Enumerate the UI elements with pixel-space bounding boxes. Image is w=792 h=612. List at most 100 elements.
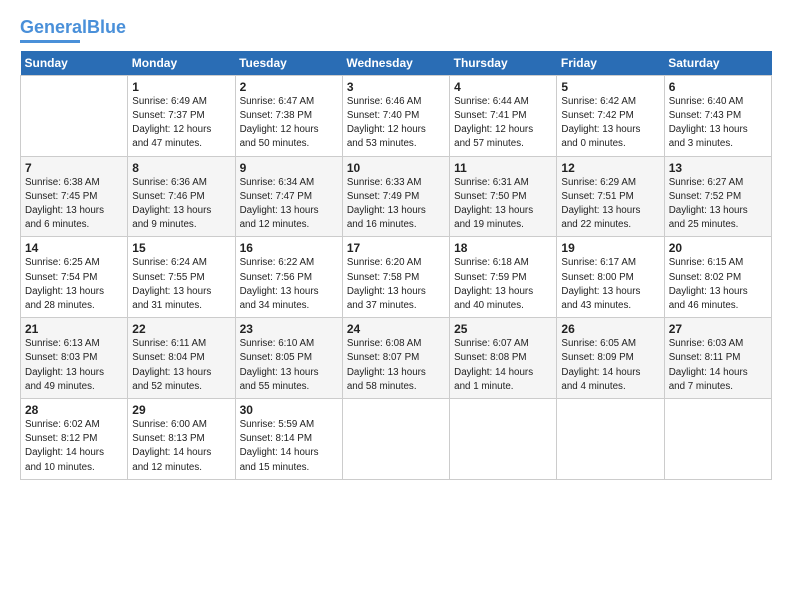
day-number: 8 <box>132 161 230 175</box>
logo-text: GeneralBlue <box>20 18 126 38</box>
calendar-cell: 16Sunrise: 6:22 AM Sunset: 7:56 PM Dayli… <box>235 237 342 318</box>
day-number: 2 <box>240 80 338 94</box>
day-number: 20 <box>669 241 767 255</box>
day-info: Sunrise: 5:59 AM Sunset: 8:14 PM Dayligh… <box>240 418 338 475</box>
day-info: Sunrise: 6:08 AM Sunset: 8:07 PM Dayligh… <box>347 337 445 394</box>
calendar-cell: 10Sunrise: 6:33 AM Sunset: 7:49 PM Dayli… <box>342 156 449 237</box>
day-number: 13 <box>669 161 767 175</box>
day-info: Sunrise: 6:31 AM Sunset: 7:50 PM Dayligh… <box>454 176 552 233</box>
day-number: 9 <box>240 161 338 175</box>
day-info: Sunrise: 6:03 AM Sunset: 8:11 PM Dayligh… <box>669 337 767 394</box>
day-number: 7 <box>25 161 123 175</box>
calendar-cell: 8Sunrise: 6:36 AM Sunset: 7:46 PM Daylig… <box>128 156 235 237</box>
week-row-2: 7Sunrise: 6:38 AM Sunset: 7:45 PM Daylig… <box>21 156 772 237</box>
calendar-cell: 22Sunrise: 6:11 AM Sunset: 8:04 PM Dayli… <box>128 318 235 399</box>
day-number: 29 <box>132 403 230 417</box>
day-info: Sunrise: 6:42 AM Sunset: 7:42 PM Dayligh… <box>561 95 659 152</box>
calendar-cell: 21Sunrise: 6:13 AM Sunset: 8:03 PM Dayli… <box>21 318 128 399</box>
calendar-cell: 29Sunrise: 6:00 AM Sunset: 8:13 PM Dayli… <box>128 399 235 480</box>
day-info: Sunrise: 6:47 AM Sunset: 7:38 PM Dayligh… <box>240 95 338 152</box>
calendar-cell: 25Sunrise: 6:07 AM Sunset: 8:08 PM Dayli… <box>450 318 557 399</box>
day-info: Sunrise: 6:10 AM Sunset: 8:05 PM Dayligh… <box>240 337 338 394</box>
week-row-1: 1Sunrise: 6:49 AM Sunset: 7:37 PM Daylig… <box>21 75 772 156</box>
day-info: Sunrise: 6:18 AM Sunset: 7:59 PM Dayligh… <box>454 256 552 313</box>
day-info: Sunrise: 6:44 AM Sunset: 7:41 PM Dayligh… <box>454 95 552 152</box>
day-number: 4 <box>454 80 552 94</box>
day-number: 14 <box>25 241 123 255</box>
day-info: Sunrise: 6:13 AM Sunset: 8:03 PM Dayligh… <box>25 337 123 394</box>
day-info: Sunrise: 6:33 AM Sunset: 7:49 PM Dayligh… <box>347 176 445 233</box>
day-number: 6 <box>669 80 767 94</box>
day-info: Sunrise: 6:05 AM Sunset: 8:09 PM Dayligh… <box>561 337 659 394</box>
day-number: 10 <box>347 161 445 175</box>
calendar-cell <box>21 75 128 156</box>
day-number: 24 <box>347 322 445 336</box>
col-header-saturday: Saturday <box>664 51 771 76</box>
day-number: 22 <box>132 322 230 336</box>
day-info: Sunrise: 6:22 AM Sunset: 7:56 PM Dayligh… <box>240 256 338 313</box>
calendar-cell: 3Sunrise: 6:46 AM Sunset: 7:40 PM Daylig… <box>342 75 449 156</box>
day-number: 19 <box>561 241 659 255</box>
calendar-cell <box>450 399 557 480</box>
day-number: 23 <box>240 322 338 336</box>
col-header-thursday: Thursday <box>450 51 557 76</box>
calendar-cell: 17Sunrise: 6:20 AM Sunset: 7:58 PM Dayli… <box>342 237 449 318</box>
week-row-3: 14Sunrise: 6:25 AM Sunset: 7:54 PM Dayli… <box>21 237 772 318</box>
day-info: Sunrise: 6:46 AM Sunset: 7:40 PM Dayligh… <box>347 95 445 152</box>
calendar-cell: 6Sunrise: 6:40 AM Sunset: 7:43 PM Daylig… <box>664 75 771 156</box>
day-info: Sunrise: 6:29 AM Sunset: 7:51 PM Dayligh… <box>561 176 659 233</box>
calendar-cell: 1Sunrise: 6:49 AM Sunset: 7:37 PM Daylig… <box>128 75 235 156</box>
day-info: Sunrise: 6:27 AM Sunset: 7:52 PM Dayligh… <box>669 176 767 233</box>
week-row-4: 21Sunrise: 6:13 AM Sunset: 8:03 PM Dayli… <box>21 318 772 399</box>
day-number: 28 <box>25 403 123 417</box>
day-info: Sunrise: 6:00 AM Sunset: 8:13 PM Dayligh… <box>132 418 230 475</box>
calendar-cell: 24Sunrise: 6:08 AM Sunset: 8:07 PM Dayli… <box>342 318 449 399</box>
day-number: 30 <box>240 403 338 417</box>
day-number: 18 <box>454 241 552 255</box>
day-number: 1 <box>132 80 230 94</box>
day-info: Sunrise: 6:07 AM Sunset: 8:08 PM Dayligh… <box>454 337 552 394</box>
calendar-cell: 9Sunrise: 6:34 AM Sunset: 7:47 PM Daylig… <box>235 156 342 237</box>
day-number: 12 <box>561 161 659 175</box>
day-info: Sunrise: 6:38 AM Sunset: 7:45 PM Dayligh… <box>25 176 123 233</box>
calendar-cell: 13Sunrise: 6:27 AM Sunset: 7:52 PM Dayli… <box>664 156 771 237</box>
logo-general: General <box>20 17 87 37</box>
day-info: Sunrise: 6:25 AM Sunset: 7:54 PM Dayligh… <box>25 256 123 313</box>
logo: GeneralBlue <box>20 18 126 43</box>
calendar-cell <box>664 399 771 480</box>
page-container: GeneralBlue SundayMondayTuesdayWednesday… <box>0 0 792 490</box>
header: GeneralBlue <box>20 18 772 43</box>
calendar-cell <box>557 399 664 480</box>
calendar-cell: 27Sunrise: 6:03 AM Sunset: 8:11 PM Dayli… <box>664 318 771 399</box>
calendar-cell: 15Sunrise: 6:24 AM Sunset: 7:55 PM Dayli… <box>128 237 235 318</box>
day-info: Sunrise: 6:11 AM Sunset: 8:04 PM Dayligh… <box>132 337 230 394</box>
calendar-cell: 28Sunrise: 6:02 AM Sunset: 8:12 PM Dayli… <box>21 399 128 480</box>
day-number: 17 <box>347 241 445 255</box>
calendar-cell <box>342 399 449 480</box>
calendar-cell: 5Sunrise: 6:42 AM Sunset: 7:42 PM Daylig… <box>557 75 664 156</box>
col-header-sunday: Sunday <box>21 51 128 76</box>
logo-underline <box>20 40 80 43</box>
day-info: Sunrise: 6:20 AM Sunset: 7:58 PM Dayligh… <box>347 256 445 313</box>
day-number: 16 <box>240 241 338 255</box>
day-number: 11 <box>454 161 552 175</box>
calendar-cell: 20Sunrise: 6:15 AM Sunset: 8:02 PM Dayli… <box>664 237 771 318</box>
header-row: SundayMondayTuesdayWednesdayThursdayFrid… <box>21 51 772 76</box>
calendar-cell: 14Sunrise: 6:25 AM Sunset: 7:54 PM Dayli… <box>21 237 128 318</box>
day-info: Sunrise: 6:17 AM Sunset: 8:00 PM Dayligh… <box>561 256 659 313</box>
calendar-cell: 4Sunrise: 6:44 AM Sunset: 7:41 PM Daylig… <box>450 75 557 156</box>
calendar-cell: 18Sunrise: 6:18 AM Sunset: 7:59 PM Dayli… <box>450 237 557 318</box>
calendar-cell: 19Sunrise: 6:17 AM Sunset: 8:00 PM Dayli… <box>557 237 664 318</box>
day-info: Sunrise: 6:34 AM Sunset: 7:47 PM Dayligh… <box>240 176 338 233</box>
day-number: 5 <box>561 80 659 94</box>
day-number: 15 <box>132 241 230 255</box>
logo-blue: Blue <box>87 17 126 37</box>
calendar-cell: 12Sunrise: 6:29 AM Sunset: 7:51 PM Dayli… <box>557 156 664 237</box>
day-info: Sunrise: 6:40 AM Sunset: 7:43 PM Dayligh… <box>669 95 767 152</box>
col-header-wednesday: Wednesday <box>342 51 449 76</box>
day-number: 21 <box>25 322 123 336</box>
calendar-cell: 11Sunrise: 6:31 AM Sunset: 7:50 PM Dayli… <box>450 156 557 237</box>
calendar-cell: 26Sunrise: 6:05 AM Sunset: 8:09 PM Dayli… <box>557 318 664 399</box>
col-header-tuesday: Tuesday <box>235 51 342 76</box>
day-info: Sunrise: 6:36 AM Sunset: 7:46 PM Dayligh… <box>132 176 230 233</box>
